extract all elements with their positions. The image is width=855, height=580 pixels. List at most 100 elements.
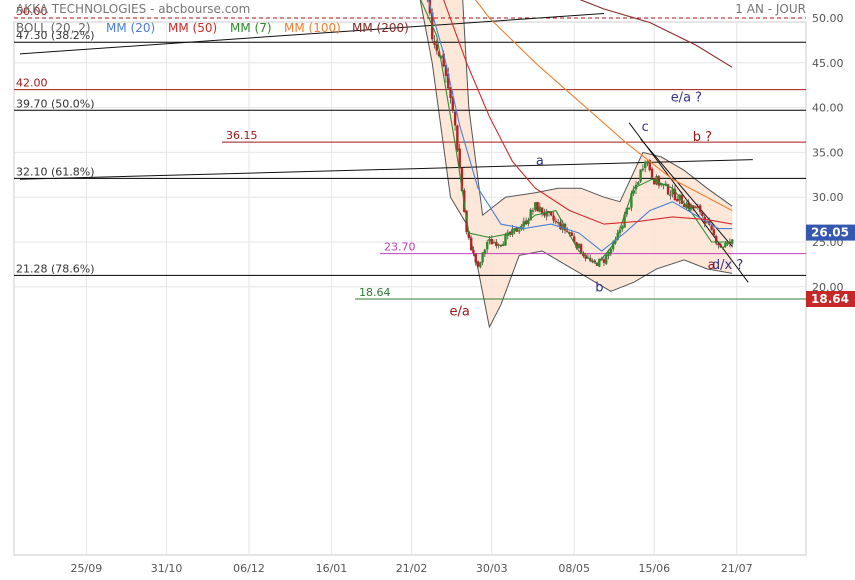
candle-body	[433, 40, 436, 45]
candle-body	[476, 261, 480, 267]
legend-item: MM (100)	[284, 21, 341, 35]
candle-body	[456, 125, 459, 151]
candle-body	[692, 205, 695, 209]
wave-label: e/a	[450, 304, 470, 319]
y-tick-label: 40.00	[812, 102, 844, 115]
level-label: 21.28 (78.6%)	[16, 262, 95, 275]
x-tick-label: 16/01	[316, 562, 348, 575]
candle-body	[669, 194, 672, 196]
candle-body	[483, 249, 487, 254]
candle-body	[497, 244, 500, 246]
candle-body	[655, 176, 658, 185]
price-badge-label: 26.05	[811, 226, 849, 240]
y-tick-label: 50.00	[812, 12, 844, 25]
candle-body	[453, 111, 457, 126]
candle-body	[721, 246, 725, 249]
candle-body	[492, 242, 496, 244]
candle-body	[561, 224, 564, 230]
candle-body	[717, 243, 720, 246]
candle-body	[643, 161, 647, 169]
candle-body	[696, 206, 700, 208]
legend-item: BOLL (20, 2)	[16, 21, 91, 35]
candle-body	[435, 44, 438, 51]
candle-body	[504, 235, 507, 246]
candle-body	[538, 206, 542, 212]
candle-body	[701, 212, 704, 216]
candle-body	[646, 161, 649, 164]
wave-label: e/a ?	[671, 90, 702, 105]
candle-body	[712, 229, 716, 236]
candle-body	[534, 202, 537, 210]
candle-body	[495, 241, 498, 247]
candle-body	[536, 202, 539, 212]
wave-label: b ?	[693, 130, 712, 145]
candle-body	[650, 168, 654, 178]
wave-label: d/x ?	[712, 258, 743, 273]
stock-chart: 71.90 (0.0%)56.70 (23.6%)50.0047.30 (38.…	[13, 0, 855, 575]
candle-body	[637, 182, 640, 185]
level-label: 42.00	[16, 77, 48, 90]
candle-body	[641, 168, 645, 171]
price-badge-label: 18.64	[811, 292, 849, 306]
x-tick-label: 31/10	[151, 562, 183, 575]
candle-body	[472, 249, 475, 253]
candle-body	[513, 228, 516, 231]
candle-body	[499, 244, 503, 247]
candle-body	[694, 206, 697, 209]
candle-body	[698, 205, 702, 213]
level-label: 39.70 (50.0%)	[16, 97, 95, 110]
level-label: 36.15	[226, 129, 258, 142]
candle-body	[689, 204, 693, 210]
candle-body	[710, 225, 713, 230]
candle-body	[609, 249, 613, 254]
candle-body	[485, 241, 489, 250]
candle-body	[719, 244, 722, 248]
candle-body	[559, 222, 562, 230]
candle-body	[724, 243, 727, 248]
candle-body	[552, 215, 555, 221]
candle-body	[488, 239, 491, 242]
wave-label: a	[536, 154, 544, 169]
x-tick-label: 21/02	[396, 562, 428, 575]
candle-body	[602, 259, 606, 263]
candle-body	[474, 253, 477, 263]
y-tick-label: 45.00	[812, 57, 844, 70]
candle-body	[607, 251, 610, 256]
level-label: 18.64	[359, 286, 391, 299]
x-tick-label: 06/12	[233, 562, 265, 575]
y-tick-label: 35.00	[812, 146, 844, 159]
x-tick-label: 15/06	[638, 562, 670, 575]
candle-body	[540, 207, 544, 214]
candle-body	[550, 211, 553, 216]
candle-body	[676, 198, 679, 202]
level-label: 23.70	[384, 241, 416, 254]
legend-item: MM (200)	[352, 21, 409, 35]
candle-body	[621, 226, 624, 230]
candle-body	[556, 221, 560, 224]
candle-body	[639, 169, 642, 182]
x-tick-label: 30/03	[476, 562, 508, 575]
y-tick-label: 30.00	[812, 191, 844, 204]
x-tick-label: 21/07	[721, 562, 753, 575]
level-label: 32.10 (61.8%)	[16, 165, 95, 178]
candle-body	[501, 243, 505, 246]
candle-body	[545, 210, 548, 217]
candle-body	[605, 254, 608, 264]
wave-label: b	[595, 280, 603, 295]
candle-body	[657, 176, 661, 186]
legend-item: MM (7)	[230, 21, 272, 35]
candle-body	[518, 230, 521, 232]
candle-body	[577, 243, 580, 249]
wave-label: c	[642, 120, 649, 135]
x-tick-label: 08/05	[558, 562, 590, 575]
legend-item: MM (50)	[168, 21, 217, 35]
x-tick-label: 25/09	[71, 562, 103, 575]
candle-body	[554, 220, 558, 223]
candle-body	[531, 210, 535, 212]
candle-body	[570, 232, 574, 237]
candle-body	[481, 252, 484, 263]
candle-body	[469, 237, 473, 251]
candle-body	[479, 262, 482, 268]
candle-body	[490, 239, 493, 245]
period-label: 1 AN - JOUR	[735, 2, 806, 16]
